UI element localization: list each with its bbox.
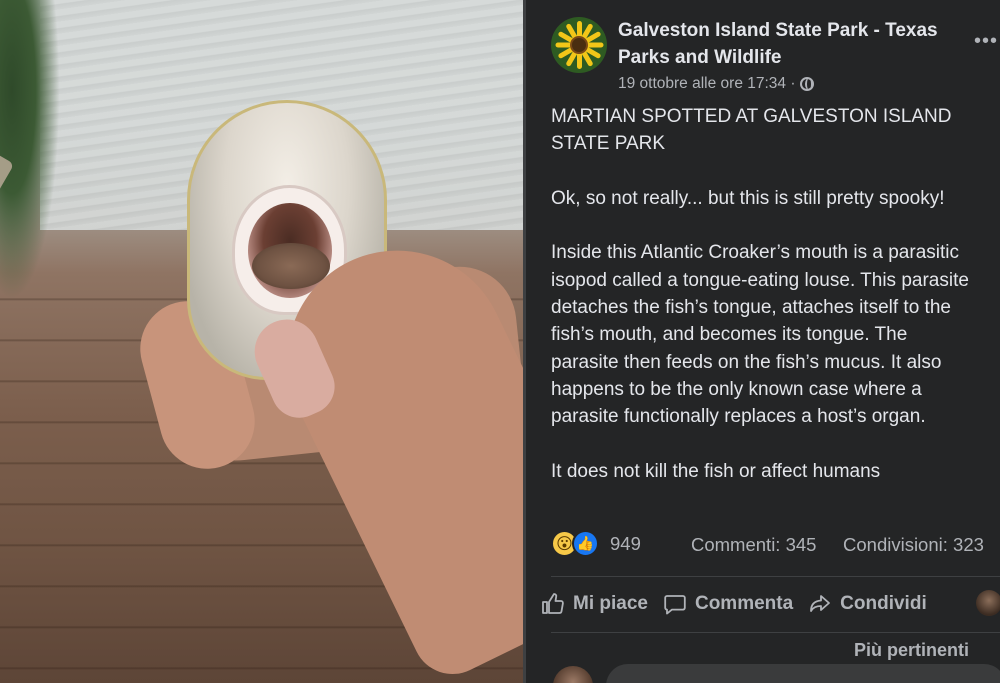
divider bbox=[551, 576, 1000, 577]
post-timestamp[interactable]: 19 ottobre alle ore 17:34 · bbox=[618, 75, 796, 93]
post-panel: Galveston Island State Park - Texas Park… bbox=[526, 0, 1000, 683]
commenter-avatar bbox=[553, 666, 593, 683]
like-icon bbox=[542, 593, 564, 614]
post-text-gap bbox=[551, 158, 1000, 185]
post-text-line: Ok, so not really... but this is still p… bbox=[551, 187, 945, 209]
post-text-gap bbox=[551, 212, 1000, 239]
share-button[interactable]: Condividi bbox=[808, 592, 927, 616]
globe-icon bbox=[799, 77, 814, 91]
post-meta: 19 ottobre alle ore 17:34 · bbox=[618, 75, 814, 93]
more-icon[interactable]: ••• bbox=[974, 30, 998, 53]
shares-count-link[interactable]: Condivisioni: 323 bbox=[843, 534, 984, 556]
post-text-line: parasite then feeds on the fish’s mucus.… bbox=[551, 351, 942, 373]
post-text-line: parasite functionally replaces a host’s … bbox=[551, 406, 926, 428]
share-label: Condividi bbox=[840, 593, 927, 614]
comment-sort-dropdown[interactable]: Più pertinenti bbox=[854, 640, 969, 661]
post-text-line: MARTIAN SPOTTED AT GALVESTON ISLAND bbox=[551, 106, 952, 127]
divider bbox=[551, 632, 1000, 633]
post-text-line: Inside this Atlantic Croaker’s mouth is … bbox=[551, 242, 959, 264]
action-bar: Mi piace Commenta Condividi bbox=[541, 588, 942, 620]
comment-label: Commenta bbox=[694, 593, 794, 614]
post-text-gap bbox=[551, 431, 1000, 458]
post-text-line: It does not kill the fish or affect huma… bbox=[551, 460, 881, 482]
post-text-line: isopod called a tongue-eating louse. Thi… bbox=[551, 269, 969, 291]
comments-count-link[interactable]: Commenti: 345 bbox=[691, 534, 816, 556]
post-text: MARTIAN SPOTTED AT GALVESTON ISLAND STATE… bbox=[551, 103, 1000, 485]
like-label: Mi piace bbox=[573, 593, 648, 614]
post-text-line: detaches the fish’s tongue, attaches its… bbox=[551, 297, 951, 319]
page-name-link[interactable]: Galveston Island State Park - Texas Park… bbox=[618, 17, 958, 71]
trees-background bbox=[0, 0, 60, 300]
post-text-line: STATE PARK bbox=[551, 133, 666, 155]
like-button[interactable]: Mi piace bbox=[541, 592, 648, 616]
page-avatar[interactable] bbox=[551, 17, 607, 73]
comment-button[interactable]: Commenta bbox=[663, 592, 793, 616]
avatar-flower-center bbox=[570, 36, 588, 54]
post-text-line: happens to be the only known case where … bbox=[551, 378, 922, 400]
like-reaction-icon: 👍 bbox=[572, 530, 599, 557]
post-text-line: fish’s mouth, and becomes its tongue. Th… bbox=[551, 324, 908, 346]
comment-icon bbox=[664, 595, 686, 615]
post-photo[interactable] bbox=[0, 0, 523, 683]
viewer-avatar[interactable] bbox=[976, 590, 1000, 616]
share-icon bbox=[810, 595, 831, 612]
reaction-count: 949 bbox=[610, 532, 641, 554]
reactions-summary[interactable]: 😮 👍 949 bbox=[551, 530, 641, 557]
comment-input[interactable] bbox=[606, 664, 1000, 683]
